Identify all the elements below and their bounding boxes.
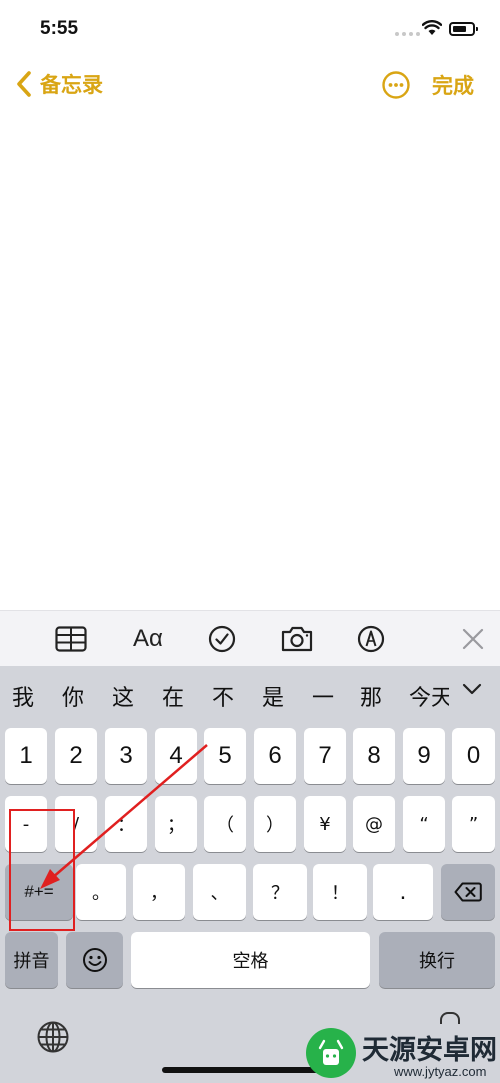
emoji-icon <box>82 948 107 972</box>
key-question[interactable]: ？ <box>253 864 307 920</box>
candidate-word[interactable]: 是 <box>262 680 284 712</box>
key-4[interactable]: 4 <box>155 728 197 784</box>
key-2[interactable]: 2 <box>55 728 97 784</box>
watermark-site-name: 天源安卓网 <box>362 1035 497 1066</box>
checkmark-circle-icon <box>208 625 236 653</box>
annotation-highlight-box <box>9 809 75 931</box>
key-semicolon[interactable]: ； <box>155 796 197 852</box>
pen-markup-icon <box>357 625 385 653</box>
key-dot[interactable]: . <box>373 864 433 920</box>
pinyin-key[interactable]: 拼音 <box>5 932 58 988</box>
back-button[interactable]: 备忘录 <box>12 68 103 100</box>
close-toolbar-button[interactable] <box>461 622 485 656</box>
battery-icon <box>449 22 478 36</box>
backspace-icon <box>454 882 482 902</box>
done-button[interactable]: 完成 <box>432 70 474 100</box>
key-close-quote[interactable]: ” <box>452 796 495 852</box>
candidate-word[interactable]: 不 <box>212 680 234 712</box>
watermark-logo-icon <box>306 1028 356 1078</box>
watermark-url: www.jytyaz.com <box>394 1064 487 1079</box>
key-5[interactable]: 5 <box>204 728 246 784</box>
key-9[interactable]: 9 <box>403 728 445 784</box>
key-open-paren[interactable]: （ <box>204 796 246 852</box>
key-at[interactable]: @ <box>353 796 395 852</box>
candidate-word[interactable]: 我 <box>12 680 34 712</box>
key-1[interactable]: 1 <box>5 728 47 784</box>
key-yen[interactable]: ¥ <box>304 796 346 852</box>
candidate-word[interactable]: 在 <box>162 680 184 712</box>
key-open-quote[interactable]: “ <box>403 796 445 852</box>
candidate-word[interactable]: 今天 <box>409 680 449 712</box>
space-key[interactable]: 空格 <box>131 932 370 988</box>
close-icon <box>462 628 484 650</box>
format-toolbar: Aα <box>0 610 500 667</box>
key-ideographic-period[interactable]: 。 <box>76 864 126 920</box>
chevron-down-icon[interactable] <box>462 682 482 696</box>
text-style-button[interactable]: Aα <box>130 622 166 656</box>
candidate-bar: 我 你 这 在 不 是 一 那 今天 <box>0 666 500 724</box>
candidate-word[interactable]: 这 <box>112 680 134 712</box>
candidate-word[interactable]: 你 <box>62 680 84 712</box>
emoji-key[interactable] <box>66 932 123 988</box>
key-6[interactable]: 6 <box>254 728 296 784</box>
key-8[interactable]: 8 <box>353 728 395 784</box>
key-0[interactable]: 0 <box>452 728 495 784</box>
key-fullwidth-comma[interactable]: ， <box>133 864 185 920</box>
camera-button[interactable] <box>280 622 314 656</box>
chevron-left-icon <box>17 71 31 97</box>
note-editor[interactable] <box>0 110 500 610</box>
key-3[interactable]: 3 <box>105 728 147 784</box>
status-time: 5:55 <box>40 18 79 39</box>
key-7[interactable]: 7 <box>304 728 346 784</box>
table-button[interactable] <box>54 622 88 656</box>
watermark: 天源安卓网 www.jytyaz.com <box>302 1022 500 1083</box>
key-close-paren[interactable]: ） <box>254 796 296 852</box>
checklist-button[interactable] <box>207 622 237 656</box>
more-options-icon[interactable] <box>381 70 411 100</box>
camera-icon <box>281 626 313 652</box>
keyboard: 我 你 这 在 不 是 一 那 今天 1 2 3 4 5 6 7 8 9 0 -… <box>0 666 500 1083</box>
return-key[interactable]: 换行 <box>379 932 495 988</box>
key-colon[interactable]: ： <box>105 796 147 852</box>
wifi-icon <box>422 20 442 35</box>
key-exclamation[interactable]: ！ <box>313 864 367 920</box>
back-button-label: 备忘录 <box>40 73 103 97</box>
globe-icon[interactable] <box>36 1020 70 1054</box>
table-icon <box>55 626 87 652</box>
markup-button[interactable] <box>356 622 386 656</box>
candidate-word[interactable]: 那 <box>360 680 382 712</box>
status-bar: 5:55 <box>0 0 500 60</box>
key-enumeration-comma[interactable]: 、 <box>193 864 246 920</box>
delete-key[interactable] <box>441 864 495 920</box>
cellular-signal-icon <box>395 32 420 36</box>
candidate-word[interactable]: 一 <box>312 680 334 712</box>
